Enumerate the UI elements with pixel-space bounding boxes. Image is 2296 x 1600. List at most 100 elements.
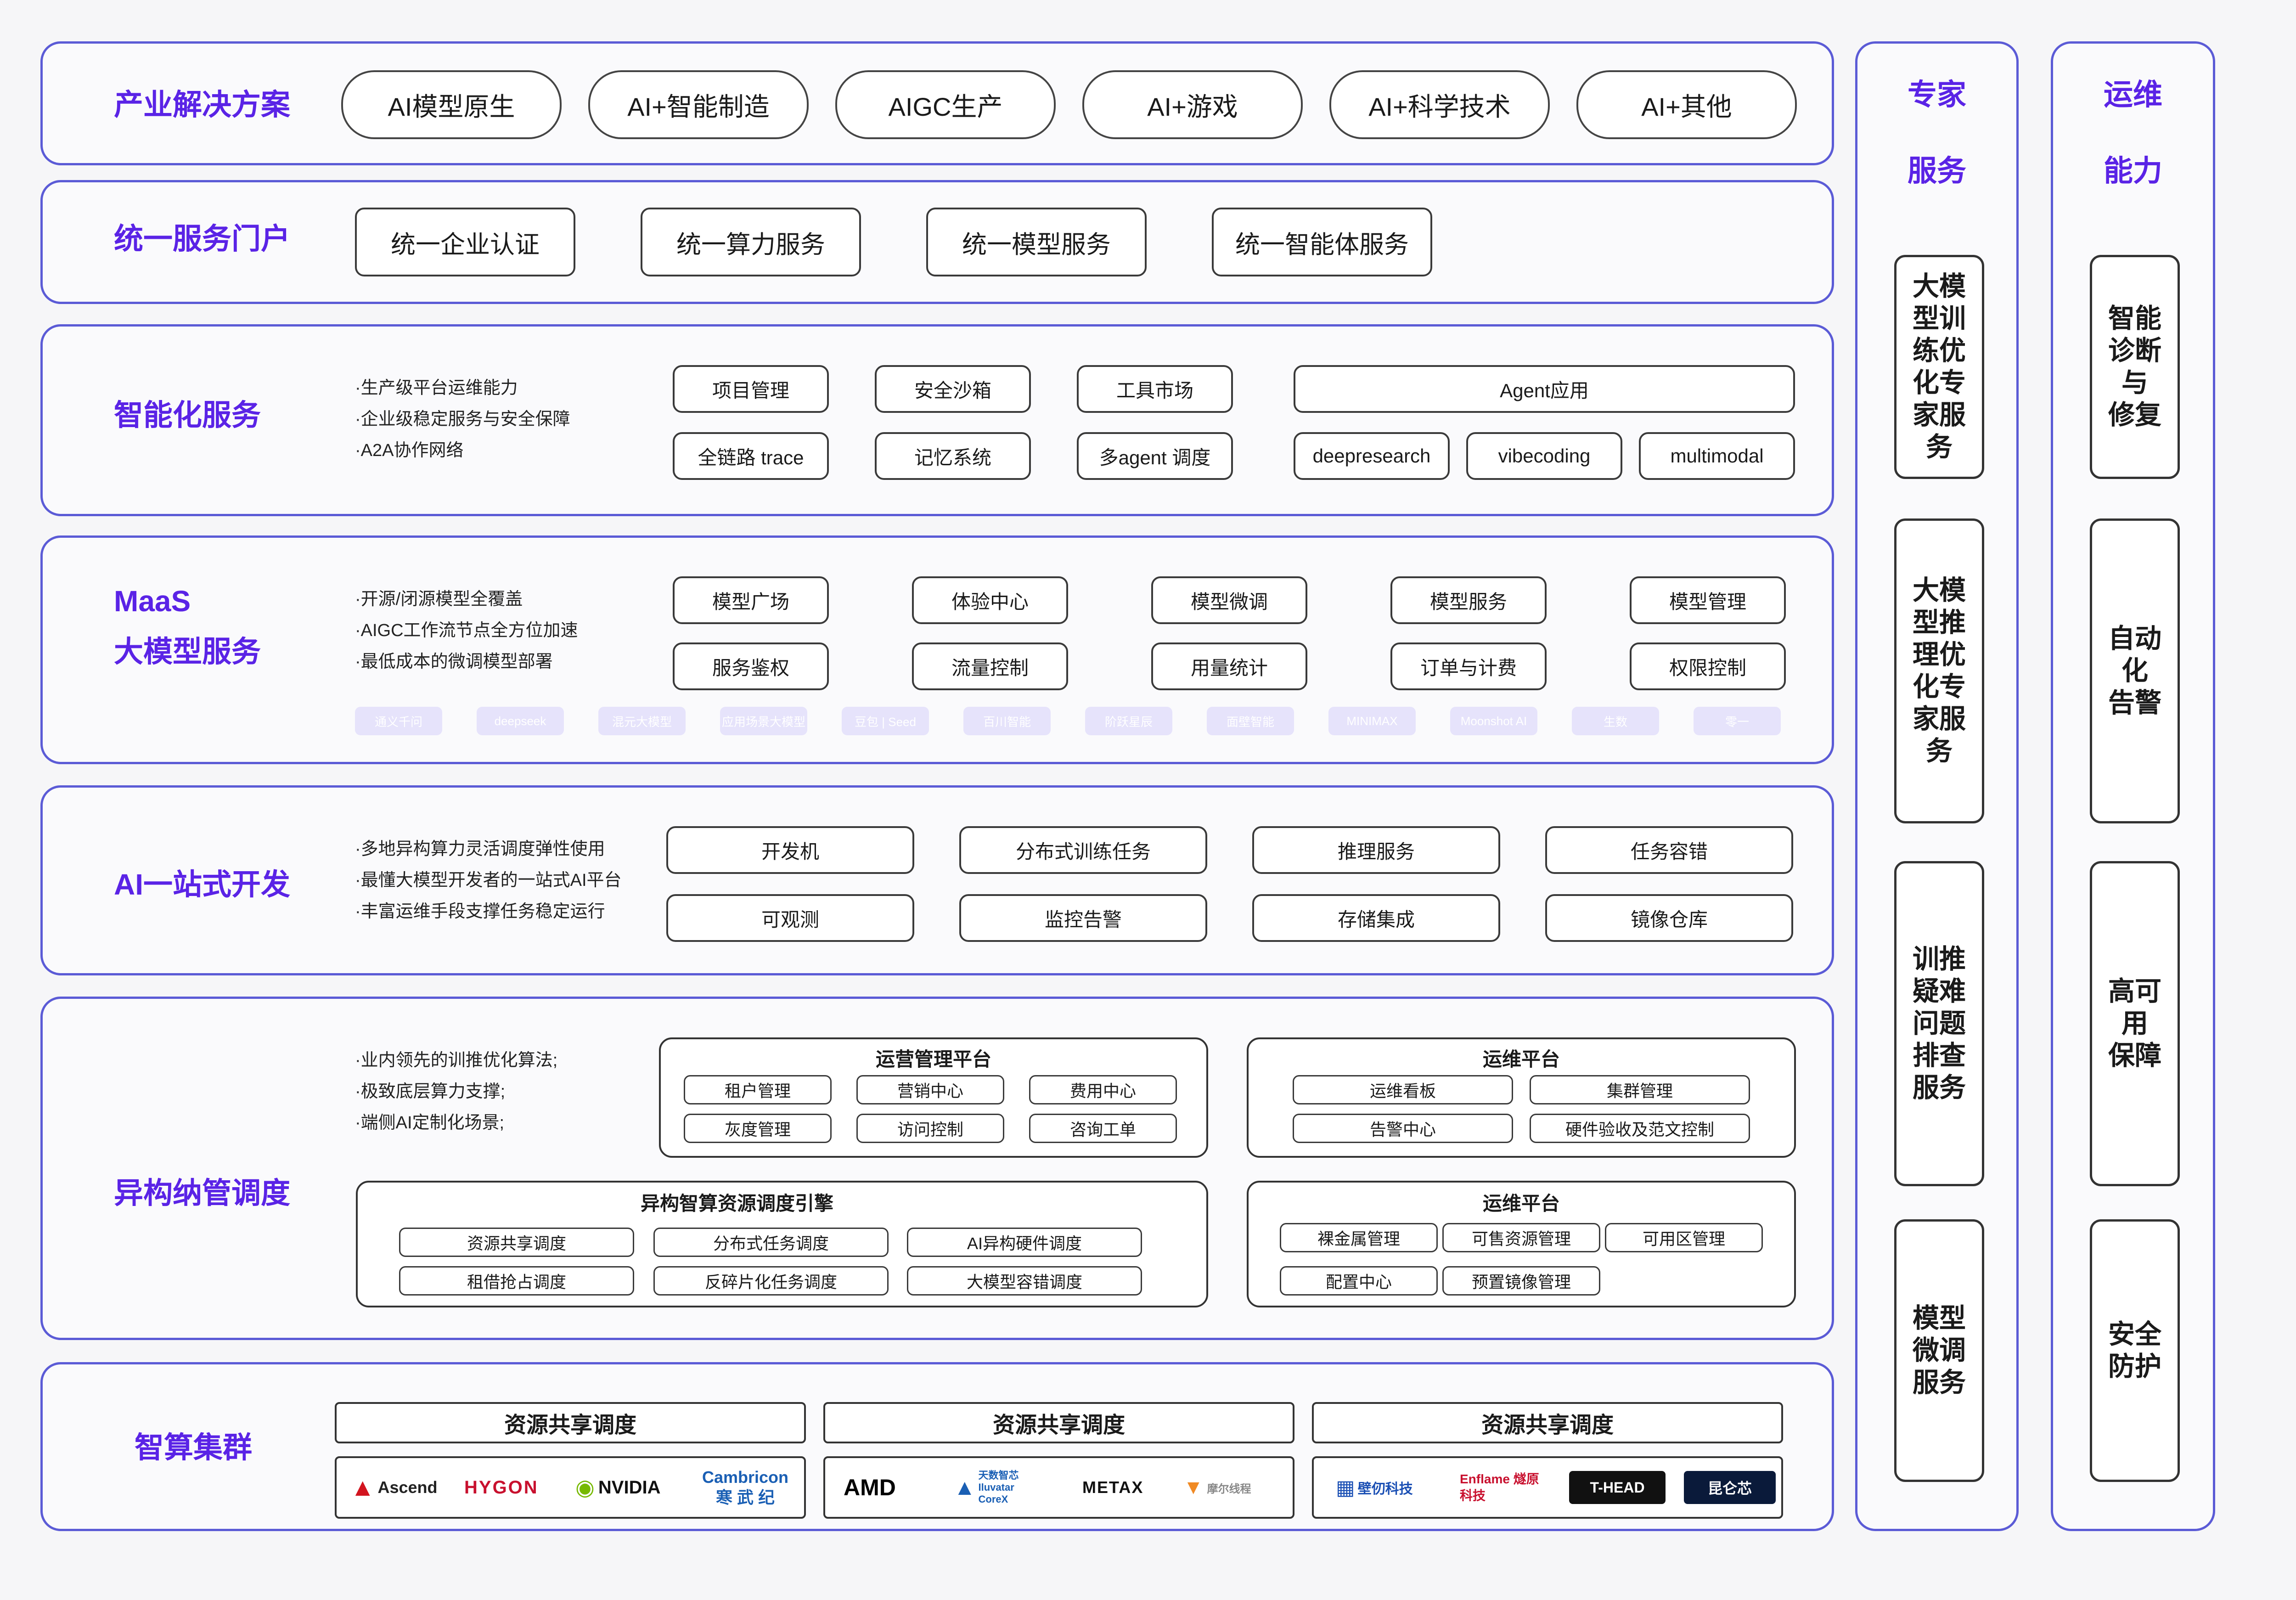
vendor-nvidia: ◉ NVIDIA bbox=[575, 1476, 661, 1500]
industry-item[interactable]: AI+智能制造 bbox=[588, 70, 809, 139]
vendor-moore-threads: ▼ 摩尔线程 bbox=[1183, 1476, 1251, 1499]
om-item[interactable]: 可用区管理 bbox=[1605, 1223, 1763, 1252]
agent-item[interactable]: deepresearch bbox=[1294, 432, 1450, 480]
bullet: ·生产级平台运维能力 bbox=[355, 378, 518, 398]
om-item[interactable]: 裸金属管理 bbox=[1280, 1223, 1438, 1252]
agent-item[interactable]: vibecoding bbox=[1466, 432, 1622, 480]
aidev-item[interactable]: 监控告警 bbox=[959, 894, 1207, 942]
agent-item[interactable]: multimodal bbox=[1639, 432, 1795, 480]
cluster-group-title: 资源共享调度 bbox=[1312, 1402, 1783, 1443]
model-logo: 应用场景大模型 bbox=[720, 707, 807, 735]
om-platform-1: 运维平台 运维看板 集群管理 告警中心 硬件验收及范文控制 bbox=[1247, 1037, 1796, 1158]
ops-mgmt-platform: 运营管理平台 租户管理 营销中心 费用中心 灰度管理 访问控制 咨询工单 bbox=[659, 1037, 1208, 1158]
industry-item[interactable]: AIGC生产 bbox=[835, 70, 1056, 139]
vendor-iluvatar: ▲ 天数智芯 Iluvatar CoreX bbox=[954, 1470, 1019, 1505]
intelligent-item[interactable]: 多agent 调度 bbox=[1077, 432, 1233, 480]
model-logo: 生数 bbox=[1572, 707, 1659, 735]
intelligent-panel: 智能化服务 ·生产级平台运维能力 ·企业级稳定服务与安全保障 ·A2A协作网络 … bbox=[40, 324, 1834, 516]
maas-item[interactable]: 服务鉴权 bbox=[673, 642, 829, 690]
intelligent-item[interactable]: 工具市场 bbox=[1077, 365, 1233, 413]
bullet: ·业内领先的训推优化算法; bbox=[355, 1051, 558, 1070]
intelligent-item[interactable]: 安全沙箱 bbox=[875, 365, 1031, 413]
maas-item[interactable]: 模型广场 bbox=[673, 576, 829, 624]
vendor-logos: ▦ 壁仞科技 Enflame 燧原科技 T-HEAD 昆仑芯 bbox=[1312, 1456, 1783, 1519]
portal-item[interactable]: 统一模型服务 bbox=[926, 208, 1147, 276]
maas-item[interactable]: 模型管理 bbox=[1630, 576, 1786, 624]
vendor-metax: METAX bbox=[1082, 1478, 1144, 1497]
industry-item[interactable]: AI+其他 bbox=[1576, 70, 1797, 139]
bullet: ·端侧AI定制化场景; bbox=[355, 1113, 505, 1132]
maas-item[interactable]: 订单与计费 bbox=[1390, 642, 1547, 690]
engine-item[interactable]: 分布式任务调度 bbox=[653, 1228, 889, 1257]
om-item[interactable]: 集群管理 bbox=[1530, 1075, 1750, 1104]
ops-mgmt-item[interactable]: 营销中心 bbox=[856, 1075, 1004, 1104]
om-item[interactable]: 硬件验收及范文控制 bbox=[1530, 1114, 1750, 1143]
industry-item[interactable]: AI模型原生 bbox=[341, 70, 562, 139]
ops-mgmt-item[interactable]: 咨询工单 bbox=[1029, 1114, 1177, 1143]
cluster-group-title: 资源共享调度 bbox=[823, 1402, 1294, 1443]
portal-item[interactable]: 统一企业认证 bbox=[355, 208, 575, 276]
model-logo: 混元大模型 bbox=[598, 707, 686, 735]
agent-app-box[interactable]: Agent应用 bbox=[1294, 365, 1795, 413]
aidev-item[interactable]: 分布式训练任务 bbox=[959, 826, 1207, 874]
ops-mgmt-item[interactable]: 灰度管理 bbox=[684, 1114, 832, 1143]
expert-item[interactable]: 模型 微调 服务 bbox=[1894, 1219, 1984, 1482]
aidev-item[interactable]: 任务容错 bbox=[1545, 826, 1793, 874]
om-item[interactable]: 预置镜像管理 bbox=[1442, 1266, 1600, 1296]
hetero-panel: 异构纳管调度 ·业内领先的训推优化算法; ·极致底层算力支撑; ·端侧AI定制化… bbox=[40, 997, 1834, 1340]
om-item[interactable]: 运维看板 bbox=[1293, 1075, 1513, 1104]
ops-item[interactable]: 高可用 保障 bbox=[2090, 861, 2180, 1186]
iluvatar-icon: ▲ bbox=[954, 1475, 976, 1500]
intelligent-item[interactable]: 全链路 trace bbox=[673, 432, 829, 480]
bullet: ·多地异构算力灵活调度弹性使用 bbox=[355, 839, 605, 859]
engine-item[interactable]: 资源共享调度 bbox=[399, 1228, 634, 1257]
portal-item[interactable]: 统一智能体服务 bbox=[1212, 208, 1432, 276]
ops-mgmt-item[interactable]: 访问控制 bbox=[856, 1114, 1004, 1143]
hetero-label: 异构纳管调度 bbox=[114, 1177, 290, 1210]
expert-item[interactable]: 大模 型训 练优 化专 家服 务 bbox=[1894, 255, 1984, 479]
bullet: ·A2A协作网络 bbox=[355, 441, 464, 460]
vendor-hygon: HYGON bbox=[464, 1477, 539, 1498]
om-item[interactable]: 可售资源管理 bbox=[1442, 1223, 1600, 1252]
nvidia-icon: ◉ bbox=[575, 1476, 595, 1500]
ops-item[interactable]: 安全 防护 bbox=[2090, 1219, 2180, 1482]
om-item[interactable]: 配置中心 bbox=[1280, 1266, 1438, 1296]
aidev-item[interactable]: 镜像仓库 bbox=[1545, 894, 1793, 942]
ops-item[interactable]: 智能 诊断 与 修复 bbox=[2090, 255, 2180, 479]
bullet: ·极致底层算力支撑; bbox=[355, 1082, 506, 1101]
engine-item[interactable]: 反碎片化任务调度 bbox=[653, 1266, 889, 1296]
maas-item[interactable]: 模型微调 bbox=[1151, 576, 1307, 624]
aidev-item[interactable]: 开发机 bbox=[666, 826, 914, 874]
intelligent-item[interactable]: 项目管理 bbox=[673, 365, 829, 413]
intelligent-label: 智能化服务 bbox=[114, 399, 261, 432]
intelligent-item[interactable]: 记忆系统 bbox=[875, 432, 1031, 480]
aidev-item[interactable]: 可观测 bbox=[666, 894, 914, 942]
maas-item[interactable]: 流量控制 bbox=[912, 642, 1068, 690]
maas-label-1: MaaS bbox=[114, 585, 191, 618]
ops-item[interactable]: 自动化 告警 bbox=[2090, 518, 2180, 823]
expert-item[interactable]: 大模 型推 理优 化专 家服 务 bbox=[1894, 518, 1984, 823]
maas-item[interactable]: 权限控制 bbox=[1630, 642, 1786, 690]
industry-item[interactable]: AI+游戏 bbox=[1082, 70, 1303, 139]
bullet: ·最懂大模型开发者的一站式AI平台 bbox=[355, 871, 622, 890]
engine-item[interactable]: 租借抢占调度 bbox=[399, 1266, 634, 1296]
ops-mgmt-item[interactable]: 租户管理 bbox=[684, 1075, 832, 1104]
vendor-biren: ▦ 壁仞科技 bbox=[1336, 1476, 1413, 1499]
expert-item[interactable]: 训推 疑难 问题 排查 服务 bbox=[1894, 861, 1984, 1186]
moore-threads-icon: ▼ bbox=[1183, 1476, 1204, 1499]
maas-item[interactable]: 体验中心 bbox=[912, 576, 1068, 624]
ascend-icon: ▲ bbox=[350, 1474, 375, 1501]
portal-item[interactable]: 统一算力服务 bbox=[641, 208, 861, 276]
aidev-bullets: ·多地异构算力灵活调度弹性使用 ·最懂大模型开发者的一站式AI平台 ·丰富运维手… bbox=[355, 834, 622, 927]
aidev-item[interactable]: 存储集成 bbox=[1252, 894, 1500, 942]
aidev-item[interactable]: 推理服务 bbox=[1252, 826, 1500, 874]
model-logo: 通义千问 bbox=[355, 707, 442, 735]
industry-item[interactable]: AI+科学技术 bbox=[1329, 70, 1550, 139]
ops-mgmt-item[interactable]: 费用中心 bbox=[1029, 1075, 1177, 1104]
maas-item[interactable]: 用量统计 bbox=[1151, 642, 1307, 690]
om-item[interactable]: 告警中心 bbox=[1293, 1114, 1513, 1143]
engine-item[interactable]: 大模型容错调度 bbox=[907, 1266, 1142, 1296]
ops-column: 运维 能力 智能 诊断 与 修复 自动化 告警 高可用 保障 安全 防护 bbox=[2051, 41, 2215, 1531]
maas-item[interactable]: 模型服务 bbox=[1390, 576, 1547, 624]
engine-item[interactable]: AI异构硬件调度 bbox=[907, 1228, 1142, 1257]
